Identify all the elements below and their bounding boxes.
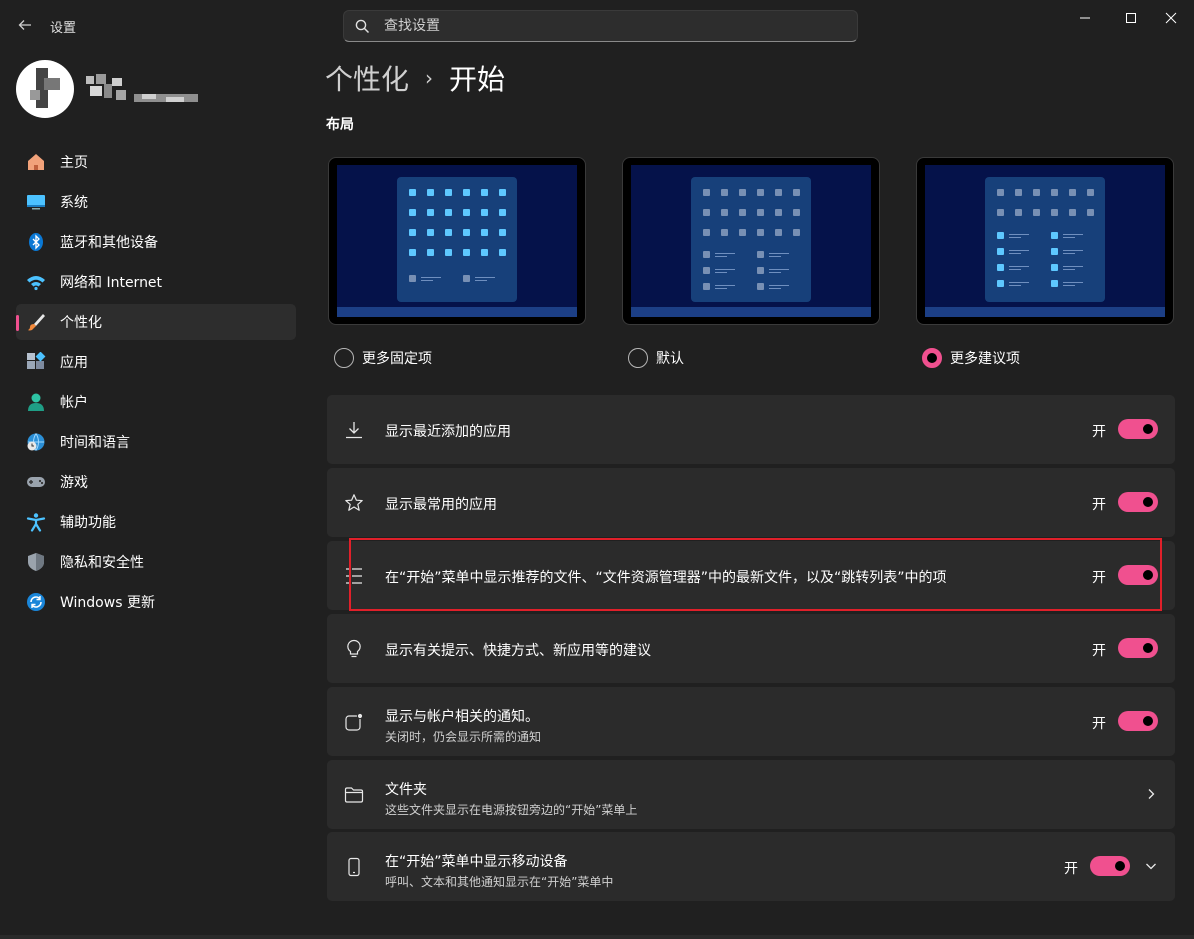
setting-most-used-apps[interactable]: 显示最常用的应用 开 [327, 468, 1175, 537]
update-icon [25, 591, 47, 613]
toggle-switch[interactable] [1090, 856, 1130, 876]
chevron-right-icon[interactable] [1141, 784, 1161, 804]
gamepad-icon [25, 471, 47, 493]
minimize-button[interactable] [1062, 6, 1108, 30]
setting-recently-added-apps[interactable]: 显示最近添加的应用 开 [327, 395, 1175, 464]
page-title: 开始 [449, 63, 506, 96]
arrow-left-icon [18, 20, 31, 30]
sidebar-item-accessibility[interactable]: 辅助功能 [16, 504, 296, 540]
toggle-state-label: 开 [1092, 497, 1106, 513]
sidebar-item-home[interactable]: 主页 [16, 144, 296, 180]
sidebar-item-windows-update[interactable]: Windows 更新 [16, 584, 296, 620]
accessibility-icon [25, 511, 47, 533]
toggle-state-label: 开 [1064, 861, 1078, 877]
toggle-state-label: 开 [1092, 570, 1106, 586]
search-input[interactable] [384, 18, 824, 34]
sidebar-item-personalization[interactable]: 个性化 [16, 304, 296, 340]
layout-preview-default[interactable] [622, 157, 880, 325]
search-icon [354, 18, 370, 34]
toggle-state-label: 开 [1092, 643, 1106, 659]
lightbulb-icon [343, 638, 365, 660]
sidebar-item-bluetooth[interactable]: 蓝牙和其他设备 [16, 224, 296, 260]
breadcrumb: 个性化 › 开始 [325, 58, 505, 98]
radio-button[interactable] [334, 348, 354, 368]
sidebar-item-gaming[interactable]: 游戏 [16, 464, 296, 500]
person-icon [25, 391, 47, 413]
app-title: 设置 [50, 21, 77, 36]
toggle-switch[interactable] [1118, 638, 1158, 658]
bluetooth-icon [25, 231, 47, 253]
radio-button-checked[interactable] [922, 348, 942, 368]
avatar[interactable] [16, 60, 74, 118]
toggle-switch[interactable] [1118, 419, 1158, 439]
toggle-state-label: 开 [1092, 716, 1106, 732]
maximize-icon [1126, 13, 1136, 23]
brush-icon [25, 311, 47, 333]
radio-button[interactable] [628, 348, 648, 368]
window-bottom-edge [0, 935, 1194, 939]
globe-clock-icon [25, 431, 47, 453]
chevron-down-icon[interactable] [1141, 856, 1161, 876]
minimize-icon [1080, 17, 1090, 19]
radio-option-more-recommendations[interactable]: 更多建议项 [922, 348, 1020, 368]
home-icon [25, 151, 47, 173]
shield-icon [25, 551, 47, 573]
layout-preview-more-pins[interactable] [328, 157, 586, 325]
sidebar-nav: 主页 系统 蓝牙和其他设备 网络和 Internet 个性化 应用 帐户 时间和… [16, 144, 296, 624]
star-icon [343, 492, 365, 514]
close-button[interactable] [1148, 6, 1194, 30]
setting-tips-suggestions[interactable]: 显示有关提示、快捷方式、新应用等的建议 开 [327, 614, 1175, 683]
monitor-icon [25, 191, 47, 213]
breadcrumb-separator: › [425, 66, 434, 90]
sidebar-item-apps[interactable]: 应用 [16, 344, 296, 380]
setting-folders[interactable]: 文件夹 这些文件夹显示在电源按钮旁边的“开始”菜单上 [327, 760, 1175, 829]
section-title-layout: 布局 [326, 117, 354, 133]
sidebar-item-accounts[interactable]: 帐户 [16, 384, 296, 420]
close-icon [1165, 12, 1177, 24]
radio-option-default[interactable]: 默认 [628, 348, 684, 368]
sidebar-item-time-language[interactable]: 时间和语言 [16, 424, 296, 460]
back-button[interactable] [14, 14, 36, 36]
download-icon [343, 419, 365, 441]
setting-account-notifications[interactable]: 显示与帐户相关的通知。 关闭时，仍会显示所需的通知 开 [327, 687, 1175, 756]
sidebar-item-network[interactable]: 网络和 Internet [16, 264, 296, 300]
folder-icon [343, 784, 365, 806]
toggle-switch[interactable] [1118, 565, 1158, 585]
wifi-icon [25, 271, 47, 293]
sidebar-item-system[interactable]: 系统 [16, 184, 296, 220]
setting-recommended-files[interactable]: 在“开始”菜单中显示推荐的文件、“文件资源管理器”中的最新文件，以及“跳转列表”… [327, 541, 1175, 610]
list-icon [343, 565, 365, 587]
search-box[interactable] [343, 10, 858, 42]
toggle-state-label: 开 [1092, 424, 1106, 440]
breadcrumb-parent[interactable]: 个性化 [325, 58, 409, 98]
sidebar-item-privacy-security[interactable]: 隐私和安全性 [16, 544, 296, 580]
notification-icon [343, 711, 365, 733]
toggle-switch[interactable] [1118, 492, 1158, 512]
title-bar: 设置 [0, 0, 1194, 50]
apps-icon [25, 351, 47, 373]
radio-option-more-pins[interactable]: 更多固定项 [334, 348, 432, 368]
profile-name-pixelated [86, 74, 198, 106]
phone-icon [343, 856, 365, 878]
layout-preview-more-recommendations[interactable] [916, 157, 1174, 325]
setting-mobile-device[interactable]: 在“开始”菜单中显示移动设备 呼叫、文本和其他通知显示在“开始”菜单中 开 [327, 832, 1175, 901]
toggle-switch[interactable] [1118, 711, 1158, 731]
